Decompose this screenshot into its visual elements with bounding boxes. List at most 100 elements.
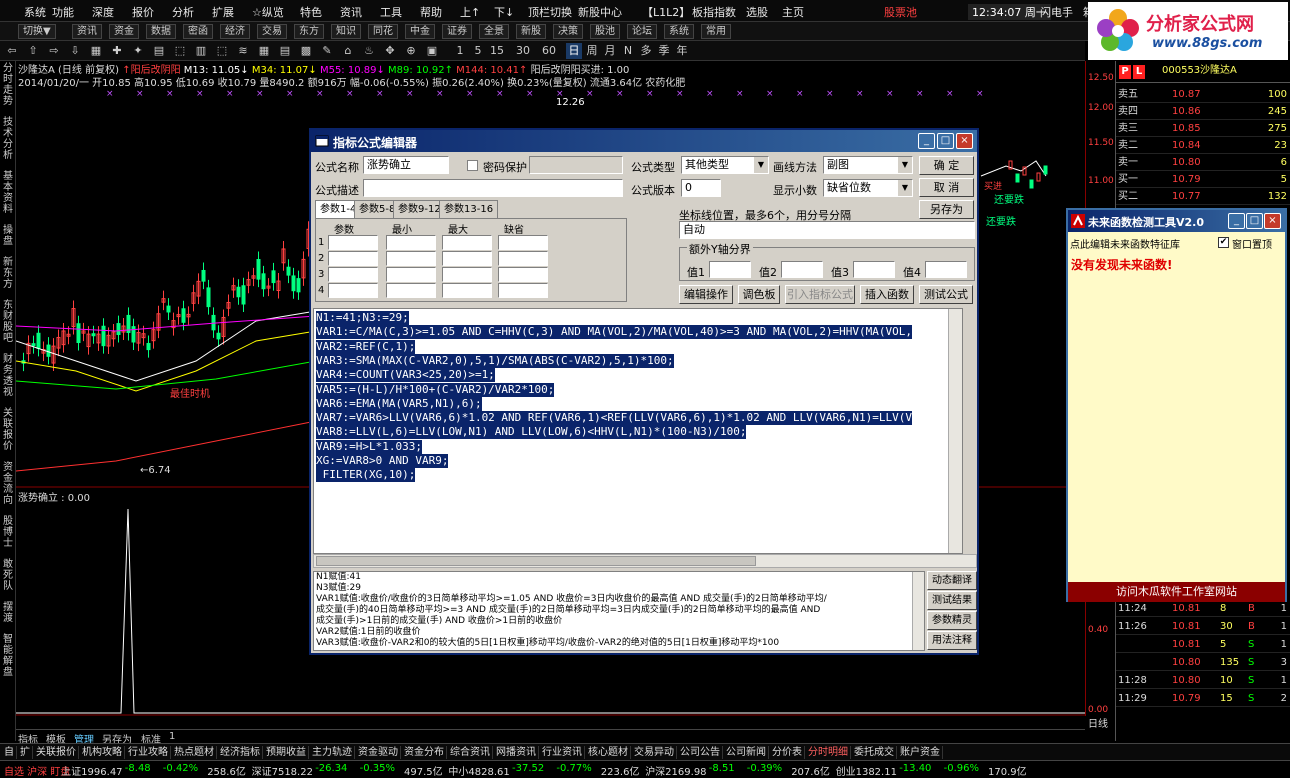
channel-tab[interactable]: 论坛 — [627, 24, 657, 39]
category-tab[interactable]: 行业资讯 — [540, 746, 585, 759]
translation-scrollbar[interactable] — [912, 572, 924, 650]
pen-icon[interactable]: ✎ — [319, 43, 335, 59]
channel-tab[interactable]: 同花 — [368, 24, 398, 39]
table-icon[interactable]: ▩ — [298, 43, 314, 59]
side-button[interactable]: 参数精灵 — [927, 611, 977, 630]
axis-value-input[interactable] — [925, 261, 967, 278]
menu-item[interactable]: 帮助 — [420, 4, 442, 20]
menu-item[interactable]: 功能 — [52, 4, 74, 20]
category-tab[interactable]: 账户资金 — [898, 746, 943, 759]
category-tab[interactable]: 网播资讯 — [494, 746, 539, 759]
menu-item[interactable]: 系统 — [24, 4, 46, 20]
channel-tab[interactable]: 经济 — [220, 24, 250, 39]
param-cell-input[interactable] — [386, 251, 436, 266]
left-tab[interactable]: 分时走势 — [1, 63, 15, 113]
left-tab[interactable]: 股博士 — [1, 516, 15, 555]
left-tab[interactable]: 基本资料 — [1, 171, 15, 221]
left-tab[interactable]: 敢死队 — [1, 559, 15, 598]
action-button[interactable]: 测试公式 — [919, 285, 973, 304]
arrow-right-icon[interactable]: ⇨ — [46, 43, 62, 59]
period-button[interactable]: 1 — [452, 43, 468, 59]
param-tab[interactable]: 参数13-16 — [439, 200, 499, 218]
menu-item[interactable]: 报价 — [132, 4, 154, 20]
stock-pool-menu[interactable]: 股票池 — [884, 4, 917, 20]
arrow-left-icon[interactable]: ⇦ — [4, 43, 20, 59]
menu-item[interactable]: 板指指数 — [692, 4, 736, 20]
left-tab[interactable]: 摆渡 — [1, 602, 15, 630]
channel-tab[interactable]: 交易 — [257, 24, 287, 39]
left-tab[interactable]: 新东方 — [1, 257, 15, 296]
channel-tab[interactable]: 决策 — [553, 24, 583, 39]
ok-button[interactable]: 确 定 — [919, 156, 974, 175]
channel-tab[interactable]: 东方 — [294, 24, 324, 39]
category-tab[interactable]: 热点题材 — [172, 746, 217, 759]
formula-type-select[interactable]: 其他类型 ▼ — [681, 156, 769, 174]
move-icon[interactable]: ✥ — [382, 43, 398, 59]
side-button[interactable]: 用法注释 — [927, 631, 977, 650]
menu-item[interactable]: 资讯 — [340, 4, 362, 20]
period-button[interactable]: 多 — [638, 43, 654, 59]
topmost-checkbox[interactable]: ✔ — [1218, 237, 1229, 248]
channel-tab[interactable]: 知识 — [331, 24, 361, 39]
left-tab[interactable]: 技术分析 — [1, 117, 15, 167]
menu-item[interactable]: ☆纵览 — [252, 4, 284, 20]
channel-tab[interactable]: 证券 — [442, 24, 472, 39]
period-button[interactable]: 月 — [602, 43, 618, 59]
channel-tab[interactable]: 资金 — [109, 24, 139, 39]
category-tab[interactable]: 自 — [2, 746, 17, 759]
period-button[interactable]: 日 — [566, 43, 582, 59]
axis-value-input[interactable] — [709, 261, 751, 278]
category-tab[interactable]: 资金分布 — [402, 746, 447, 759]
channel-tab[interactable]: 切换▼ — [18, 24, 56, 39]
param-cell-input[interactable] — [498, 235, 548, 250]
fire-icon[interactable]: ♨ — [361, 43, 377, 59]
param-cell-input[interactable] — [498, 267, 548, 282]
category-tab[interactable]: 综合资讯 — [448, 746, 493, 759]
horizontal-scrollbar[interactable] — [313, 554, 977, 568]
menu-item[interactable]: 新股中心 — [578, 4, 622, 20]
category-tab[interactable]: 核心题材 — [586, 746, 631, 759]
action-button[interactable]: 调色板 — [738, 285, 780, 304]
period-button[interactable]: 季 — [656, 43, 672, 59]
formula-version-input[interactable]: 0 — [681, 179, 721, 197]
grid-icon[interactable]: ▦ — [256, 43, 272, 59]
vertical-scrollbar[interactable] — [948, 309, 962, 553]
category-tab[interactable]: 主力轨迹 — [310, 746, 355, 759]
left-tab[interactable]: 财务透视 — [1, 354, 15, 404]
category-tab[interactable]: 经济指标 — [218, 746, 263, 759]
param-tab[interactable]: 参数9-12 — [393, 200, 446, 218]
menu-item[interactable]: 上↑ — [460, 4, 480, 20]
formula-desc-input[interactable] — [363, 179, 623, 197]
detector-title-bar[interactable]: 未来函数检测工具V2.0 _ □ × — [1068, 210, 1285, 232]
box-icon[interactable]: ⬚ — [214, 43, 230, 59]
left-tab[interactable]: 智能解盘 — [1, 634, 15, 684]
channel-tab[interactable]: 全景 — [479, 24, 509, 39]
channel-tab[interactable]: 系统 — [664, 24, 694, 39]
arrow-down-icon[interactable]: ⇩ — [67, 43, 83, 59]
action-button[interactable]: 插入函数 — [860, 285, 914, 304]
edit-library-link[interactable]: 点此编辑未来函数特征库 — [1070, 236, 1180, 251]
category-tab[interactable]: 分时明细 — [806, 746, 851, 759]
action-button[interactable]: 编辑操作 — [679, 285, 733, 304]
period-button[interactable]: 周 — [584, 43, 600, 59]
category-tab[interactable]: 行业攻略 — [126, 746, 171, 759]
editor-title-bar[interactable]: 指标公式编辑器 _ □ × — [311, 130, 977, 152]
param-cell-input[interactable] — [442, 235, 492, 250]
menu-item[interactable]: 【L1L2】 — [642, 4, 690, 20]
maximize-icon[interactable]: □ — [1246, 213, 1263, 229]
axis-value-input[interactable] — [853, 261, 895, 278]
param-cell-input[interactable] — [386, 283, 436, 298]
cancel-button[interactable]: 取 消 — [919, 178, 974, 197]
box-icon[interactable]: ⬚ — [172, 43, 188, 59]
menu-item[interactable]: 选股 — [746, 4, 768, 20]
layout-icon[interactable]: ▣ — [424, 43, 440, 59]
period-button[interactable]: 5 — [470, 43, 486, 59]
indicator-tab[interactable]: 1 — [169, 731, 175, 742]
param-cell-input[interactable] — [442, 267, 492, 282]
visit-website-link[interactable]: 访问木瓜软件工作室网站 — [1068, 582, 1285, 602]
menu-item[interactable]: 深度 — [92, 4, 114, 20]
menu-item[interactable]: 分析 — [172, 4, 194, 20]
channel-tab[interactable]: 股池 — [590, 24, 620, 39]
category-tab[interactable]: 资金驱动 — [356, 746, 401, 759]
category-tab[interactable]: 委托成交 — [852, 746, 897, 759]
